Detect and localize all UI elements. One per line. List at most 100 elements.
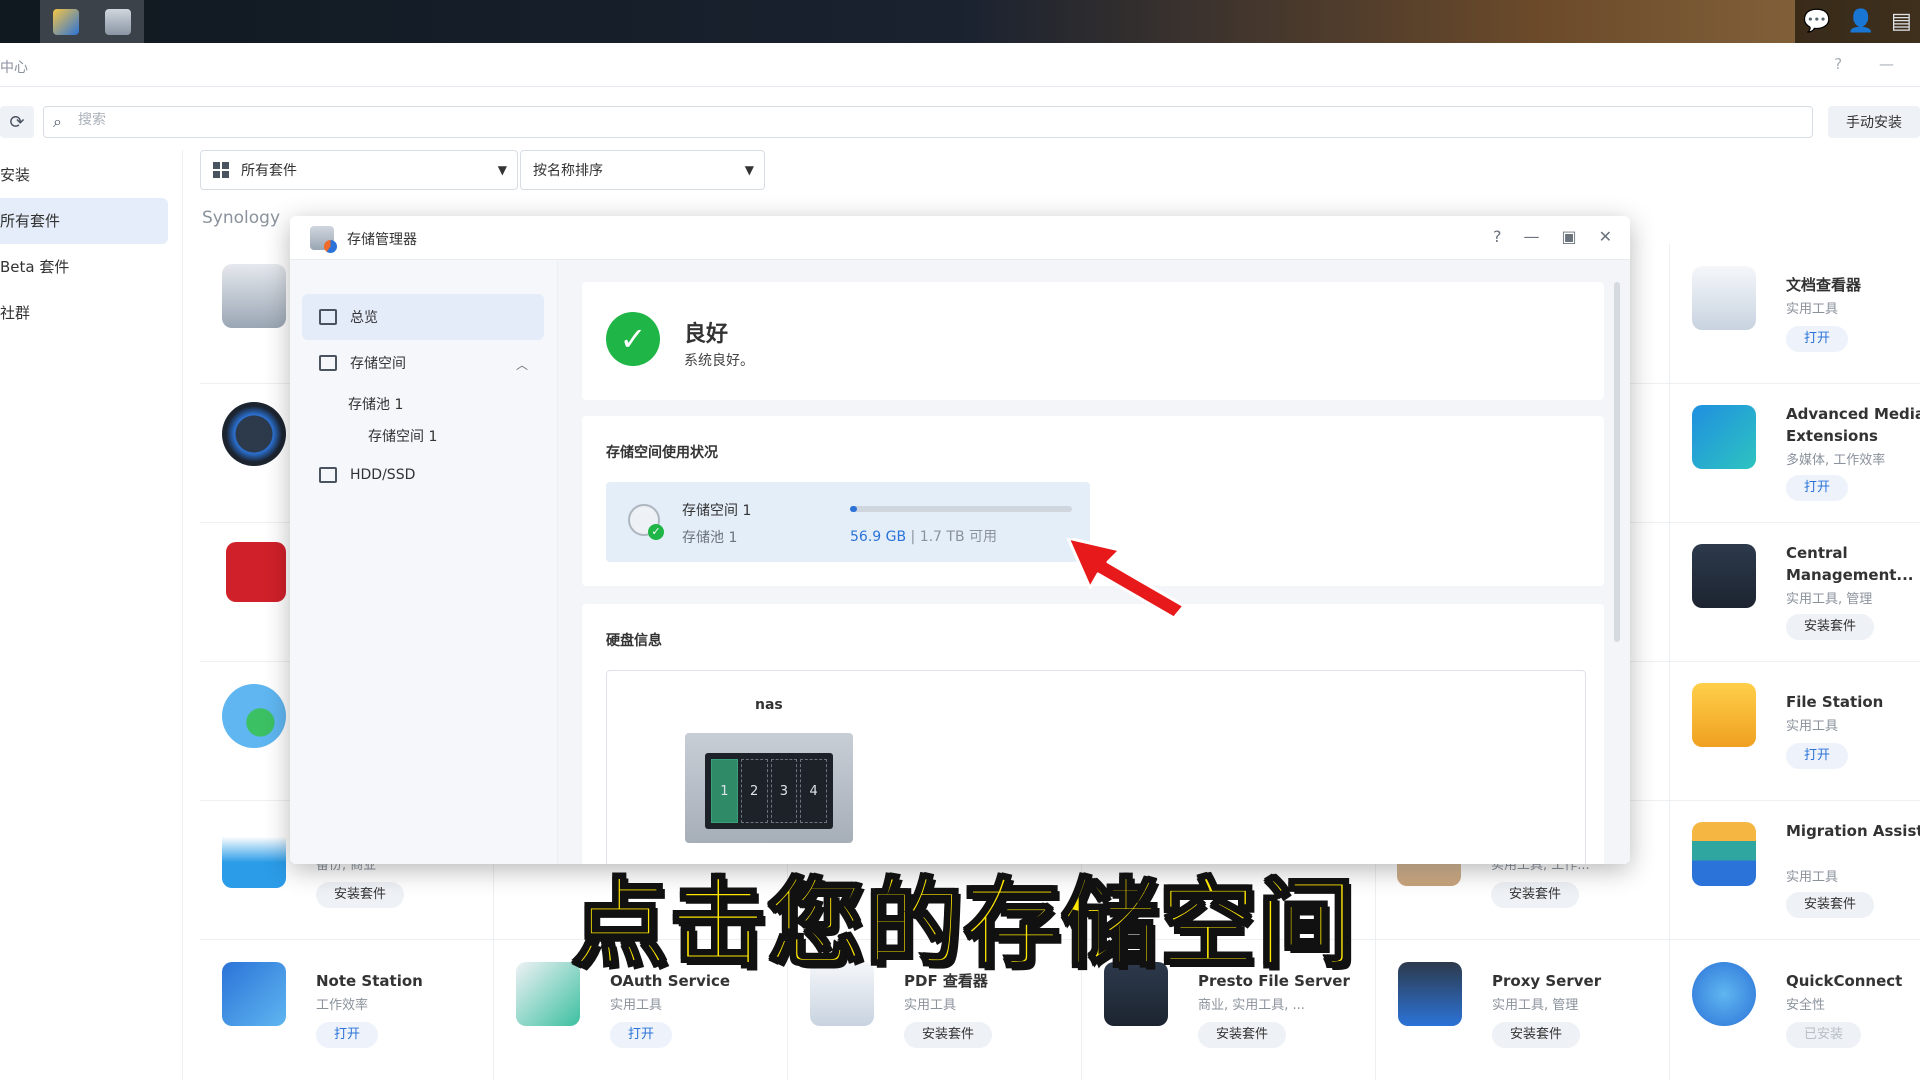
package-category: 安全性: [1786, 998, 1826, 1013]
taskbar-package-center[interactable]: [40, 0, 92, 43]
open-button[interactable]: 打开: [1786, 743, 1849, 769]
drive-bay[interactable]: 4: [800, 759, 827, 823]
device-name: nas: [755, 697, 783, 713]
taskbar-storage-manager[interactable]: [92, 0, 144, 43]
package-name: QuickConnect: [1786, 972, 1903, 990]
open-button[interactable]: 打开: [610, 1022, 673, 1048]
note-station-icon: [222, 962, 286, 1026]
sidebar-item-hdd[interactable]: HDD/SSD: [302, 452, 544, 498]
install-button[interactable]: 安装套件: [1198, 1022, 1287, 1048]
section-label: Synology: [202, 208, 281, 228]
disk-panel: 硬盘信息 nas 1 2 3 4: [582, 604, 1604, 864]
nav-community[interactable]: 社群: [0, 290, 182, 336]
package-card[interactable]: QuickConnect 安全性 已安装: [1670, 940, 1920, 1078]
usage-text: 56.9 GB | 1.7 TB 可用: [850, 526, 997, 546]
maximize-icon[interactable]: ▣: [1561, 227, 1576, 246]
backup-check-icon: [222, 402, 286, 466]
oauth-icon: [516, 962, 580, 1026]
install-button[interactable]: 安装套件: [1491, 882, 1580, 908]
drive-bay[interactable]: 2: [740, 759, 768, 823]
sidebar-item-label: 总览: [350, 310, 378, 326]
storage-sidebar: 总览 存储空间 ︿ 存储池 1 存储空间 1 HDD/SSD: [290, 260, 558, 864]
chevron-up-icon[interactable]: ︿: [516, 356, 528, 373]
nav-beta-packages[interactable]: Beta 套件: [0, 244, 182, 290]
status-title: 良好: [684, 322, 729, 347]
cloud-sync-icon: [222, 684, 286, 748]
drive-bay[interactable]: 3: [770, 759, 798, 823]
mcafee-icon: [226, 542, 286, 602]
nas-drive-bays: 1 2 3 4: [705, 753, 833, 829]
minimize-icon[interactable]: —: [1523, 227, 1539, 246]
toolbar: ⟳ ⌕ 手动安装: [0, 104, 1920, 140]
package-card[interactable]: Note Station 工作效率 打开: [200, 940, 490, 1078]
sidebar-item-overview[interactable]: 总览: [302, 294, 544, 340]
disk-icon: [319, 467, 337, 483]
open-button[interactable]: 打开: [1786, 475, 1849, 501]
package-center-header: 中心 ? —: [0, 43, 1920, 87]
video-subtitle: 点击您的存储空间: [571, 867, 1356, 982]
volume-name: 存储空间 1: [682, 503, 752, 519]
database-icon: [222, 264, 286, 328]
package-name: File Station: [1786, 693, 1884, 711]
install-button[interactable]: 安装套件: [1786, 614, 1875, 640]
close-icon[interactable]: ✕: [1599, 227, 1612, 246]
package-category: 实用工具, 管理: [1492, 998, 1579, 1013]
install-button[interactable]: 安装套件: [1786, 892, 1875, 918]
package-name: Proxy Server: [1492, 972, 1602, 990]
chat-icon[interactable]: 💬: [1803, 9, 1830, 34]
sidebar-item-volume[interactable]: 存储空间 1: [368, 426, 437, 446]
search-icon: ⌕: [53, 112, 62, 131]
refresh-button[interactable]: ⟳: [0, 106, 34, 138]
user-icon[interactable]: 👤: [1847, 9, 1874, 34]
package-category: 实用工具: [610, 998, 663, 1013]
quickconnect-icon: [1692, 962, 1756, 1026]
volume-pool: 存储池 1: [682, 530, 738, 546]
open-button[interactable]: 打开: [1786, 326, 1849, 352]
package-card[interactable]: Migration Assistant 实用工具 安装套件: [1670, 800, 1920, 938]
package-card[interactable]: Proxy Server 实用工具, 管理 安装套件: [1376, 940, 1666, 1078]
dialog-titlebar[interactable]: 存储管理器 ? — ▣ ✕: [290, 216, 1630, 260]
window-controls[interactable]: ? —: [1834, 55, 1910, 73]
nav-installed[interactable]: 安装: [0, 152, 182, 198]
sidebar-item-label: 存储空间: [350, 356, 406, 372]
install-button[interactable]: 安装套件: [316, 882, 405, 908]
dialog-controls: ? — ▣ ✕: [1493, 227, 1612, 246]
widget-icon[interactable]: ▤: [1891, 9, 1912, 34]
package-category: 实用工具: [904, 998, 957, 1013]
sidebar-item-pool[interactable]: 存储池 1: [348, 394, 403, 414]
storage-manager-icon: [310, 226, 337, 253]
package-name: 文档查看器: [1786, 276, 1862, 294]
grid-icon: [213, 162, 229, 178]
package-card[interactable]: File Station 实用工具 打开: [1670, 661, 1920, 799]
category-dropdown[interactable]: 所有套件 ▼: [200, 150, 518, 190]
volume-card[interactable]: 存储空间 1 存储池 1 56.9 GB | 1.7 TB 可用: [606, 482, 1090, 562]
volume-icon: [628, 504, 664, 540]
disk-box: nas 1 2 3 4: [606, 670, 1586, 864]
install-button[interactable]: 安装套件: [1492, 1022, 1581, 1048]
install-button[interactable]: 安装套件: [904, 1022, 993, 1048]
used-value: 56.9 GB: [850, 529, 907, 545]
package-card[interactable]: 文档查看器 实用工具 打开: [1670, 244, 1920, 382]
usage-bar: [850, 506, 1072, 512]
taskbar: 💬 👤 ▤: [0, 0, 1920, 43]
nas-device[interactable]: 1 2 3 4: [685, 733, 853, 843]
package-card[interactable]: Central Management... 实用工具, 管理 安装套件: [1670, 522, 1920, 660]
open-button[interactable]: 打开: [316, 1022, 379, 1048]
nav-all-packages[interactable]: 所有套件: [0, 198, 168, 244]
package-name: Central Management...: [1786, 544, 1914, 584]
sort-dropdown[interactable]: 按名称排序 ▼: [520, 150, 765, 190]
drive-bay[interactable]: 1: [711, 759, 738, 823]
usage-separator: |: [910, 529, 916, 545]
disk-heading: 硬盘信息: [606, 633, 662, 649]
scrollbar[interactable]: [1614, 282, 1620, 642]
storage-icon: [319, 355, 337, 371]
manual-install-button[interactable]: 手动安装: [1828, 106, 1920, 138]
central-management-icon: [1692, 544, 1756, 608]
help-icon[interactable]: ?: [1493, 227, 1502, 246]
package-name: Migration Assistant: [1786, 822, 1920, 840]
search-input[interactable]: [78, 112, 678, 128]
media-extensions-icon: [1692, 405, 1756, 469]
sidebar-item-storage[interactable]: 存储空间: [302, 340, 544, 386]
package-card[interactable]: Advanced Media Extensions 多媒体, 工作效率 打开: [1670, 383, 1920, 521]
search-box[interactable]: ⌕: [43, 106, 1813, 138]
